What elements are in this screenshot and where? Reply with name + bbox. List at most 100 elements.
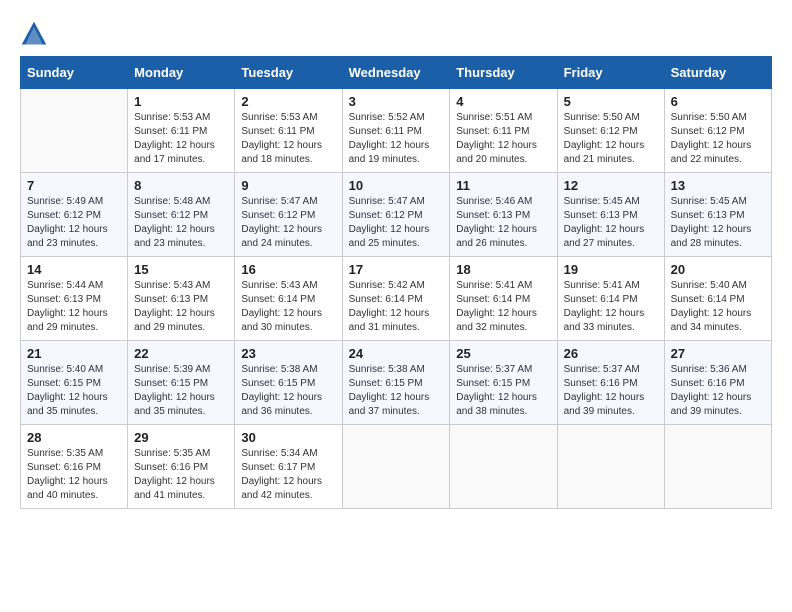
day-info: Sunrise: 5:43 AMSunset: 6:13 PMDaylight:…: [134, 279, 228, 335]
calendar-day-cell: 3 Sunrise: 5:52 AMSunset: 6:11 PMDaylight…: [342, 89, 450, 173]
day-number: 7: [27, 178, 121, 193]
calendar-day-cell: 13 Sunrise: 5:45 AMSunset: 6:13 PMDayligh…: [664, 173, 771, 257]
day-number: 10: [349, 178, 444, 193]
day-info: Sunrise: 5:45 AMSunset: 6:13 PMDaylight:…: [671, 195, 765, 251]
day-info: Sunrise: 5:41 AMSunset: 6:14 PMDaylight:…: [564, 279, 658, 335]
day-info: Sunrise: 5:53 AMSunset: 6:11 PMDaylight:…: [134, 111, 228, 167]
page-header: [20, 20, 772, 48]
calendar-day-cell: 9Sunrise: 5:47 AMSunset: 6:12 PMDaylight…: [235, 173, 342, 257]
calendar-day-cell: 20Sunrise: 5:40 AMSunset: 6:14 PMDayligh…: [664, 257, 771, 341]
calendar-day-cell: 7 Sunrise: 5:49 AMSunset: 6:12 PMDaylight…: [21, 173, 128, 257]
calendar-day-cell: 25 Sunrise: 5:37 AMSunset: 6:15 PMDayligh…: [450, 341, 557, 425]
calendar-day-header: Friday: [557, 57, 664, 89]
day-number: 18: [456, 262, 550, 277]
day-number: 11: [456, 178, 550, 193]
calendar-week-row: 7 Sunrise: 5:49 AMSunset: 6:12 PMDaylight…: [21, 173, 772, 257]
logo-icon: [20, 20, 48, 48]
calendar-day-header: Tuesday: [235, 57, 342, 89]
day-number: 22: [134, 346, 228, 361]
calendar-week-row: 28 Sunrise: 5:35 AMSunset: 6:16 PMDayligh…: [21, 425, 772, 509]
day-info: Sunrise: 5:35 AMSunset: 6:16 PMDaylight:…: [134, 447, 228, 503]
calendar-day-cell: 1 Sunrise: 5:53 AMSunset: 6:11 PMDaylight…: [128, 89, 235, 173]
day-info: Sunrise: 5:42 AMSunset: 6:14 PMDaylight:…: [349, 279, 444, 335]
day-number: 21: [27, 346, 121, 361]
calendar-day-cell: 4 Sunrise: 5:51 AMSunset: 6:11 PMDaylight…: [450, 89, 557, 173]
day-info: Sunrise: 5:40 AMSunset: 6:14 PMDaylight:…: [671, 279, 765, 335]
calendar-day-cell: 12 Sunrise: 5:45 AMSunset: 6:13 PMDayligh…: [557, 173, 664, 257]
calendar-day-cell: 27 Sunrise: 5:36 AMSunset: 6:16 PMDayligh…: [664, 341, 771, 425]
logo: [20, 20, 52, 48]
calendar-day-cell: 29 Sunrise: 5:35 AMSunset: 6:16 PMDayligh…: [128, 425, 235, 509]
day-number: 5: [564, 94, 658, 109]
calendar-day-cell: 30 Sunrise: 5:34 AMSunset: 6:17 PMDayligh…: [235, 425, 342, 509]
day-info: Sunrise: 5:38 AMSunset: 6:15 PMDaylight:…: [241, 363, 335, 419]
day-info: Sunrise: 5:48 AMSunset: 6:12 PMDaylight:…: [134, 195, 228, 251]
day-info: Sunrise: 5:38 AMSunset: 6:15 PMDaylight:…: [349, 363, 444, 419]
day-number: 19: [564, 262, 658, 277]
calendar-day-cell: [342, 425, 450, 509]
day-number: 24: [349, 346, 444, 361]
calendar-table: SundayMondayTuesdayWednesdayThursdayFrid…: [20, 56, 772, 509]
day-info: Sunrise: 5:37 AMSunset: 6:15 PMDaylight:…: [456, 363, 550, 419]
calendar-day-cell: [21, 89, 128, 173]
day-number: 15: [134, 262, 228, 277]
day-info: Sunrise: 5:47 AMSunset: 6:12 PMDaylight:…: [349, 195, 444, 251]
calendar-day-cell: 8Sunrise: 5:48 AMSunset: 6:12 PMDaylight…: [128, 173, 235, 257]
calendar-day-cell: 16 Sunrise: 5:43 AMSunset: 6:14 PMDayligh…: [235, 257, 342, 341]
day-number: 14: [27, 262, 121, 277]
calendar-day-cell: 10 Sunrise: 5:47 AMSunset: 6:12 PMDayligh…: [342, 173, 450, 257]
day-number: 2: [241, 94, 335, 109]
day-info: Sunrise: 5:43 AMSunset: 6:14 PMDaylight:…: [241, 279, 335, 335]
day-info: Sunrise: 5:50 AMSunset: 6:12 PMDaylight:…: [564, 111, 658, 167]
day-number: 16: [241, 262, 335, 277]
day-number: 23: [241, 346, 335, 361]
calendar-week-row: 14Sunrise: 5:44 AMSunset: 6:13 PMDayligh…: [21, 257, 772, 341]
day-number: 29: [134, 430, 228, 445]
day-number: 1: [134, 94, 228, 109]
calendar-day-header: Saturday: [664, 57, 771, 89]
day-number: 25: [456, 346, 550, 361]
day-info: Sunrise: 5:51 AMSunset: 6:11 PMDaylight:…: [456, 111, 550, 167]
day-number: 30: [241, 430, 335, 445]
day-info: Sunrise: 5:41 AMSunset: 6:14 PMDaylight:…: [456, 279, 550, 335]
day-number: 12: [564, 178, 658, 193]
day-info: Sunrise: 5:49 AMSunset: 6:12 PMDaylight:…: [27, 195, 121, 251]
calendar-week-row: 21 Sunrise: 5:40 AMSunset: 6:15 PMDayligh…: [21, 341, 772, 425]
day-info: Sunrise: 5:45 AMSunset: 6:13 PMDaylight:…: [564, 195, 658, 251]
day-info: Sunrise: 5:36 AMSunset: 6:16 PMDaylight:…: [671, 363, 765, 419]
calendar-day-cell: [664, 425, 771, 509]
day-info: Sunrise: 5:50 AMSunset: 6:12 PMDaylight:…: [671, 111, 765, 167]
day-number: 9: [241, 178, 335, 193]
calendar-day-cell: 18 Sunrise: 5:41 AMSunset: 6:14 PMDayligh…: [450, 257, 557, 341]
day-number: 26: [564, 346, 658, 361]
day-number: 4: [456, 94, 550, 109]
calendar-day-header: Monday: [128, 57, 235, 89]
calendar-week-row: 1 Sunrise: 5:53 AMSunset: 6:11 PMDaylight…: [21, 89, 772, 173]
calendar-day-cell: [557, 425, 664, 509]
day-number: 27: [671, 346, 765, 361]
day-number: 13: [671, 178, 765, 193]
day-info: Sunrise: 5:39 AMSunset: 6:15 PMDaylight:…: [134, 363, 228, 419]
calendar-day-cell: 17Sunrise: 5:42 AMSunset: 6:14 PMDayligh…: [342, 257, 450, 341]
calendar-day-cell: 22 Sunrise: 5:39 AMSunset: 6:15 PMDayligh…: [128, 341, 235, 425]
day-info: Sunrise: 5:34 AMSunset: 6:17 PMDaylight:…: [241, 447, 335, 503]
calendar-day-cell: 2Sunrise: 5:53 AMSunset: 6:11 PMDaylight…: [235, 89, 342, 173]
calendar-day-cell: 28 Sunrise: 5:35 AMSunset: 6:16 PMDayligh…: [21, 425, 128, 509]
day-info: Sunrise: 5:35 AMSunset: 6:16 PMDaylight:…: [27, 447, 121, 503]
calendar-day-cell: 15 Sunrise: 5:43 AMSunset: 6:13 PMDayligh…: [128, 257, 235, 341]
day-info: Sunrise: 5:40 AMSunset: 6:15 PMDaylight:…: [27, 363, 121, 419]
day-info: Sunrise: 5:37 AMSunset: 6:16 PMDaylight:…: [564, 363, 658, 419]
calendar-day-cell: 11Sunrise: 5:46 AMSunset: 6:13 PMDayligh…: [450, 173, 557, 257]
day-number: 3: [349, 94, 444, 109]
calendar-day-cell: [450, 425, 557, 509]
calendar-day-cell: 14Sunrise: 5:44 AMSunset: 6:13 PMDayligh…: [21, 257, 128, 341]
calendar-day-cell: 26 Sunrise: 5:37 AMSunset: 6:16 PMDayligh…: [557, 341, 664, 425]
calendar-day-cell: 23 Sunrise: 5:38 AMSunset: 6:15 PMDayligh…: [235, 341, 342, 425]
calendar-day-header: Thursday: [450, 57, 557, 89]
day-info: Sunrise: 5:52 AMSunset: 6:11 PMDaylight:…: [349, 111, 444, 167]
calendar-day-cell: 6Sunrise: 5:50 AMSunset: 6:12 PMDaylight…: [664, 89, 771, 173]
calendar-header-row: SundayMondayTuesdayWednesdayThursdayFrid…: [21, 57, 772, 89]
calendar-day-cell: 21 Sunrise: 5:40 AMSunset: 6:15 PMDayligh…: [21, 341, 128, 425]
day-number: 28: [27, 430, 121, 445]
calendar-day-cell: 5 Sunrise: 5:50 AMSunset: 6:12 PMDaylight…: [557, 89, 664, 173]
